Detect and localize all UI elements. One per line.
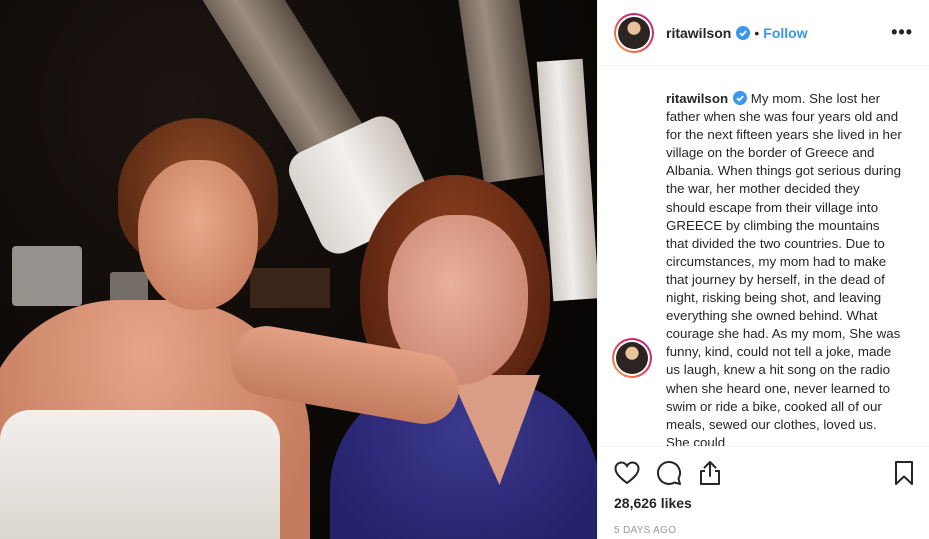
comment-icon[interactable] [656, 460, 682, 486]
likes-count[interactable]: 28,626 likes [614, 495, 914, 511]
bookmark-icon[interactable] [894, 460, 914, 486]
post-side-panel: ritawilson • Follow ••• ritawilson My mo… [597, 0, 929, 539]
verified-badge-icon [736, 25, 751, 40]
header-username[interactable]: ritawilson [666, 25, 731, 41]
avatar[interactable] [612, 338, 652, 378]
follow-button[interactable]: Follow [763, 25, 807, 41]
post-photo[interactable] [0, 0, 597, 539]
caption-avatar-spacer [614, 90, 654, 130]
post-header: ritawilson • Follow ••• [598, 0, 929, 66]
caption-text: ritawilson My mom. She lost her father w… [666, 90, 902, 446]
more-options-icon[interactable]: ••• [891, 22, 913, 43]
separator-dot: • [754, 24, 760, 41]
table [250, 268, 330, 308]
caption-username[interactable]: ritawilson [666, 91, 728, 106]
avatar-image [618, 16, 650, 49]
tree-trunk [456, 0, 544, 184]
chair [12, 246, 82, 306]
caption-body: My mom. She lost her father when she was… [666, 91, 902, 446]
heart-icon[interactable] [614, 461, 640, 485]
person-left-face [138, 160, 258, 310]
caption-area: ritawilson My mom. She lost her father w… [598, 66, 929, 446]
avatar-image [616, 342, 648, 374]
person-left-dress [0, 410, 280, 539]
share-icon[interactable] [698, 460, 722, 486]
post-timestamp[interactable]: 5 DAYS AGO [614, 525, 914, 536]
avatar[interactable] [614, 12, 654, 53]
post-actions: 28,626 likes 5 DAYS AGO [598, 446, 929, 536]
verified-badge-icon [733, 91, 748, 105]
